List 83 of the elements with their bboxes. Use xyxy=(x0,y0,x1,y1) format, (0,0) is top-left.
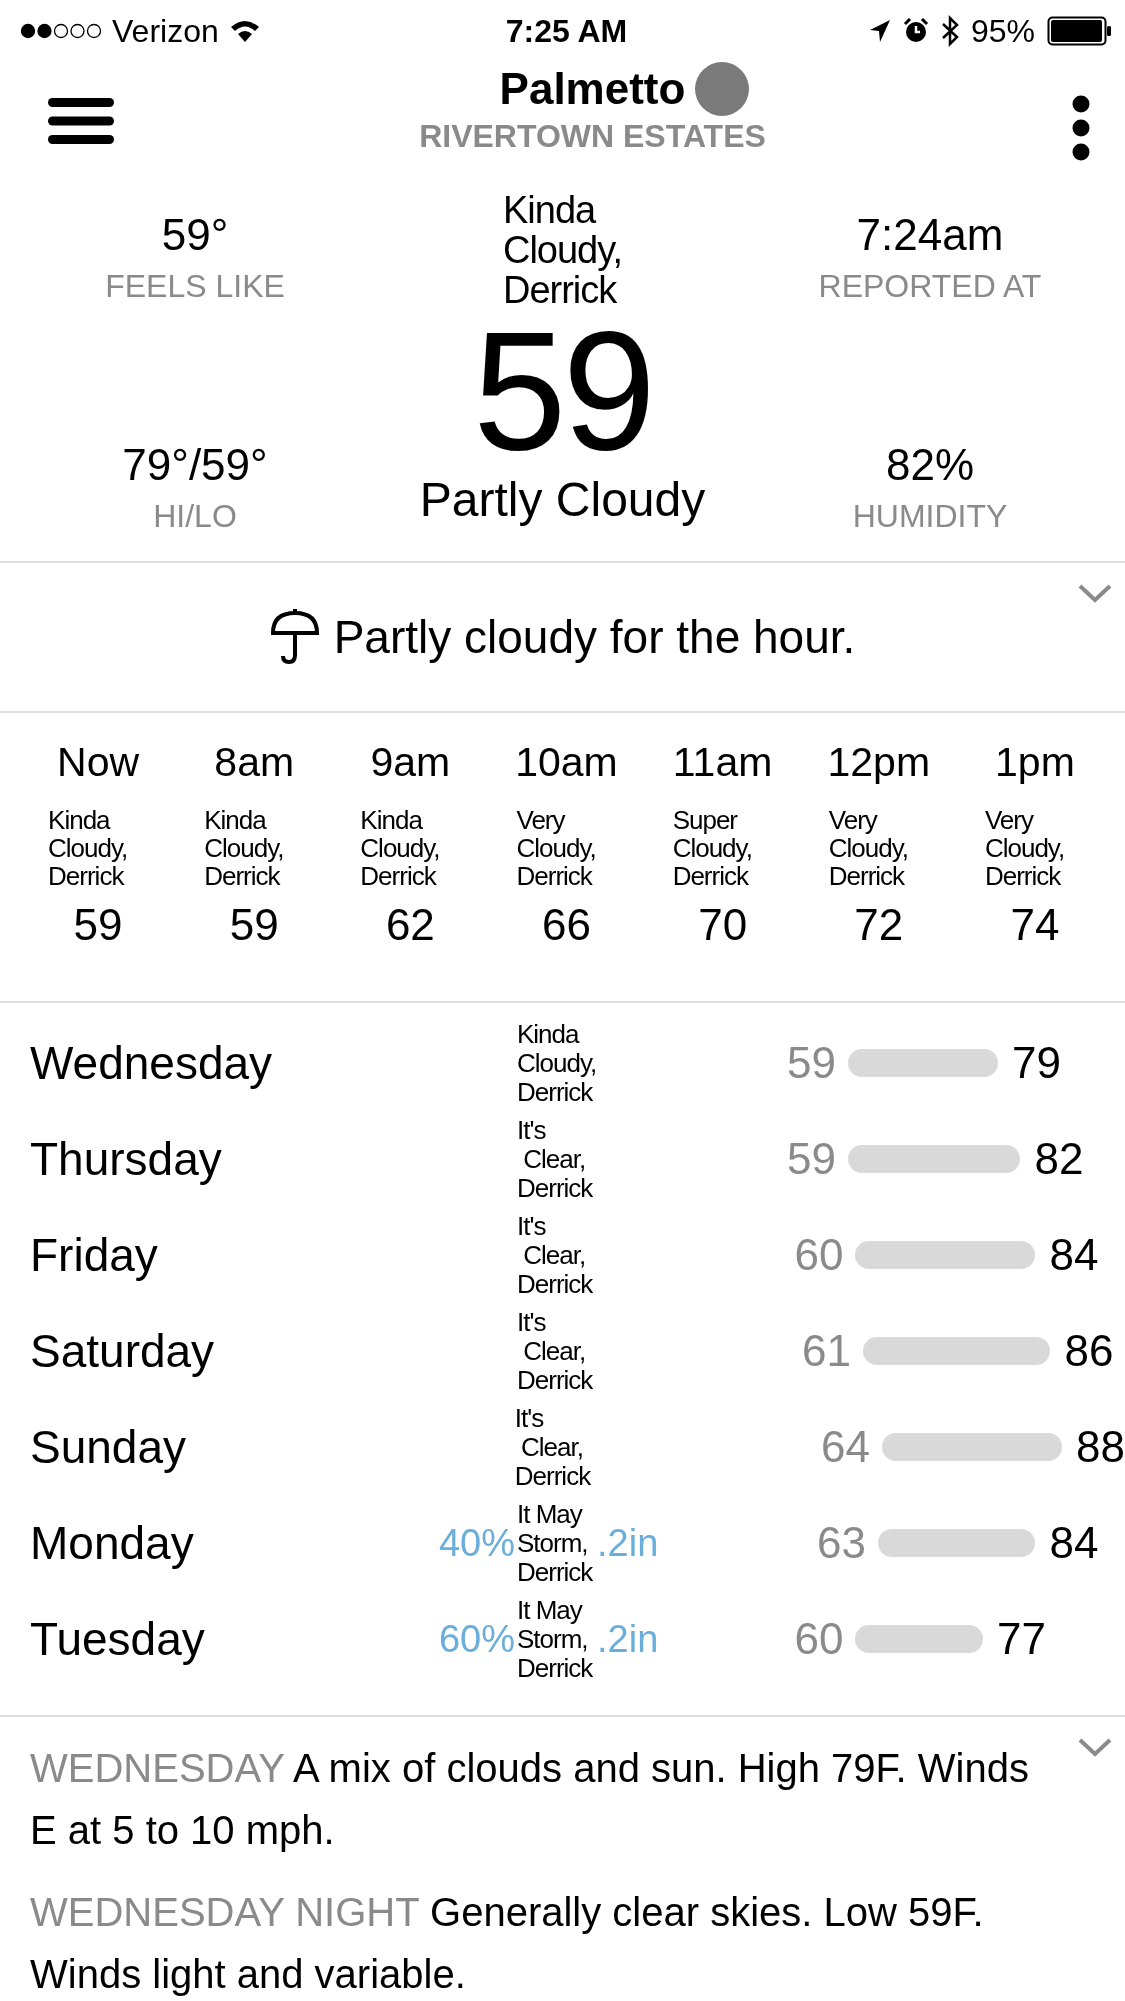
low-temperature: 59 xyxy=(787,1038,836,1088)
clock-time: 7:25 AM xyxy=(505,12,628,50)
day-quip: It May Storm, Derrick xyxy=(517,1595,594,1683)
precip-amount: .2in xyxy=(597,1521,659,1564)
hour-temperature: 74 xyxy=(1010,900,1060,950)
high-temperature: 88 xyxy=(1076,1422,1125,1472)
more-options-button[interactable] xyxy=(1071,94,1091,162)
hour-quip: Kinda Cloudy, Derrick xyxy=(359,806,441,890)
hour-temperature: 59 xyxy=(73,900,123,950)
hour-time: 9am xyxy=(370,739,451,786)
hour-quip: Kinda Cloudy, Derrick xyxy=(47,806,129,890)
menu-button[interactable] xyxy=(48,96,114,146)
high-temperature: 86 xyxy=(1064,1326,1114,1376)
reported-at-label: REPORTED AT xyxy=(818,268,1042,305)
hour-temperature: 59 xyxy=(229,900,279,950)
low-temperature: 61 xyxy=(802,1326,851,1376)
hour-time: 11am xyxy=(672,739,773,786)
humidity-label: HUMIDITY xyxy=(852,498,1008,535)
hour-summary: Partly cloudy for the hour. xyxy=(333,610,856,664)
hour-temperature: 72 xyxy=(854,900,904,950)
low-temperature: 59 xyxy=(787,1134,836,1184)
reported-at-value: 7:24am xyxy=(856,210,1004,260)
day-quip: It's Clear, Derrick xyxy=(517,1115,594,1203)
day-name: Saturday xyxy=(30,1324,216,1378)
chevron-down-icon[interactable] xyxy=(1077,1737,1113,1757)
chevron-down-icon[interactable] xyxy=(1077,583,1113,603)
hour-quip: Kinda Cloudy, Derrick xyxy=(203,806,285,890)
low-temperature: 60 xyxy=(794,1614,844,1664)
location-subtitle: RIVERTOWN ESTATES xyxy=(419,118,766,155)
alarm-icon xyxy=(902,18,929,44)
low-temperature: 63 xyxy=(817,1518,866,1568)
day-quip: It's Clear, Derrick xyxy=(517,1211,594,1299)
day-name: Wednesday xyxy=(30,1036,274,1090)
umbrella-icon xyxy=(269,609,320,665)
hour-temperature: 66 xyxy=(542,900,591,950)
hour-time: 8am xyxy=(214,739,295,786)
hour-time: 10am xyxy=(515,739,618,786)
current-condition: Partly Cloudy xyxy=(419,472,706,527)
humidity-value: 82% xyxy=(885,440,974,490)
bluetooth-icon xyxy=(940,15,959,47)
feels-like-value: 59° xyxy=(161,210,229,260)
feels-like-label: FEELS LIKE xyxy=(105,268,285,305)
location-arrow-icon xyxy=(868,19,891,43)
low-temperature: 64 xyxy=(821,1422,871,1472)
avatar-icon xyxy=(695,62,750,116)
hour-quip: Super Cloudy, Derrick xyxy=(671,806,753,890)
condition-quip: Kinda Cloudy, Derrick xyxy=(502,190,622,310)
day-name: Thursday xyxy=(30,1132,223,1186)
day-quip: It May Storm, Derrick xyxy=(517,1499,594,1587)
high-temperature: 84 xyxy=(1049,1230,1099,1280)
day-name: Monday xyxy=(30,1516,195,1570)
signal-icon xyxy=(20,23,102,39)
hour-quip: Very Cloudy, Derrick xyxy=(515,806,597,890)
high-temperature: 82 xyxy=(1034,1134,1084,1184)
location-title: Palmetto xyxy=(499,64,686,114)
hour-temperature: 62 xyxy=(385,900,435,950)
battery-icon xyxy=(1047,16,1113,46)
battery-percent: 95% xyxy=(970,12,1035,50)
hi-lo-label: HI/LO xyxy=(153,498,237,535)
day-name: Sunday xyxy=(30,1420,187,1474)
hour-temperature: 70 xyxy=(698,900,748,950)
hour-time: Now xyxy=(57,739,140,786)
hour-time: 1pm xyxy=(995,739,1075,786)
day-name: Tuesday xyxy=(30,1612,206,1666)
precip-chance: 60% xyxy=(438,1617,515,1661)
hi-lo-value: 79°/59° xyxy=(122,440,268,490)
day-quip: It's Clear, Derrick xyxy=(517,1307,594,1395)
forecast-text: WEDNESDAY A mix of clouds and sun. High 79F. Winds E at 5 to 10 mph. xyxy=(30,1745,1030,1854)
day-quip: Kinda Cloudy, Derrick xyxy=(517,1019,597,1107)
precip-amount: .2in xyxy=(597,1617,659,1660)
high-temperature: 77 xyxy=(996,1614,1046,1664)
hour-time: 12pm xyxy=(827,739,931,786)
day-quip: It's Clear, Derrick xyxy=(514,1403,592,1491)
precip-chance: 40% xyxy=(438,1521,515,1565)
high-temperature: 79 xyxy=(1011,1038,1061,1088)
day-name: Friday xyxy=(30,1228,159,1282)
high-temperature: 84 xyxy=(1049,1518,1099,1568)
forecast-text: WEDNESDAY NIGHT Generally clear skies. Low 59F. Winds light and variable. xyxy=(30,1889,985,1998)
low-temperature: 60 xyxy=(794,1230,844,1280)
hour-quip: Very Cloudy, Derrick xyxy=(983,806,1066,890)
hour-quip: Very Cloudy, Derrick xyxy=(827,806,909,890)
current-temperature: 59 xyxy=(473,316,652,466)
carrier-name: Verizon xyxy=(112,12,219,50)
